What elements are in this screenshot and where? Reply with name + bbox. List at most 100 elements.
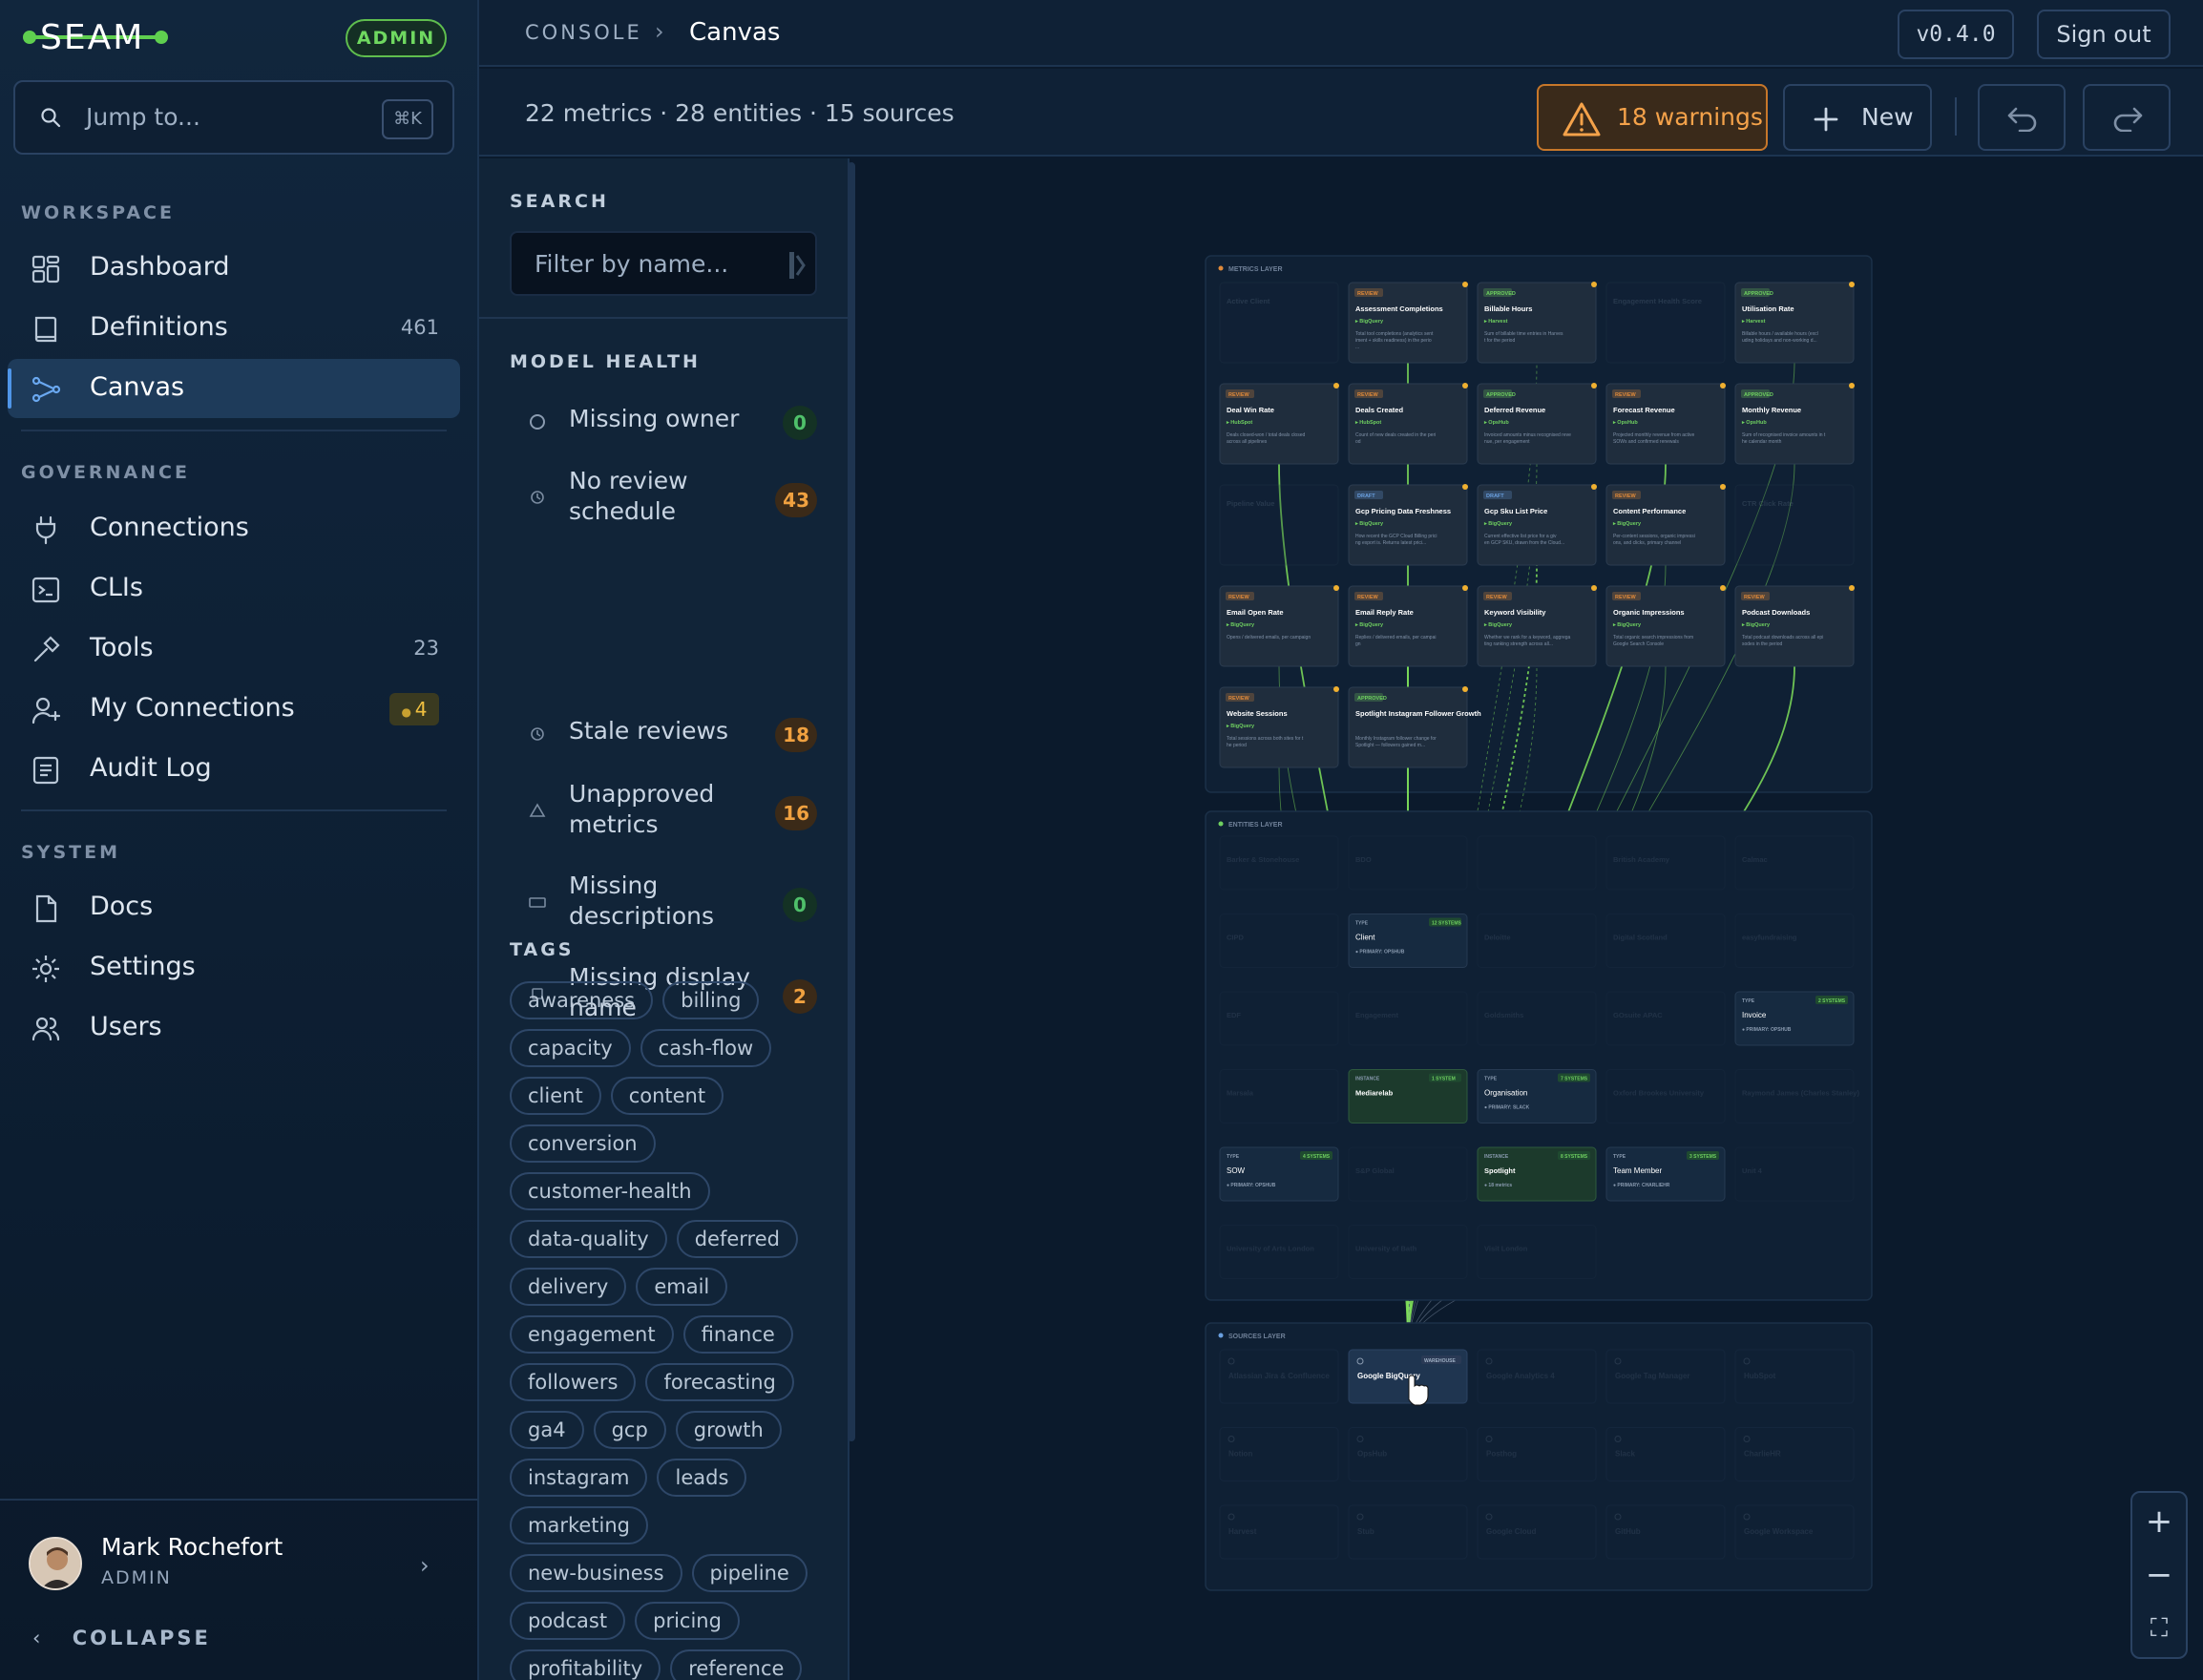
entity-card[interactable]: Unit 4 bbox=[1734, 1146, 1855, 1202]
entity-card[interactable]: University of Bath bbox=[1348, 1225, 1468, 1279]
metric-card[interactable]: DRAFT Gcp Sku List Price ▸ BigQuery Current… bbox=[1477, 484, 1597, 566]
entity-card[interactable]: easyfundraising bbox=[1734, 914, 1855, 968]
metric-card[interactable]: Active Client bbox=[1219, 282, 1339, 364]
fit-view-button[interactable]: ⛶ bbox=[2132, 1602, 2186, 1655]
tag-chip[interactable]: gcp bbox=[593, 1411, 666, 1449]
entity-card[interactable]: TYPE 7 SYSTEMS Organisation ● PRIMARY: SLAC… bbox=[1477, 1069, 1597, 1124]
metric-card[interactable]: APPROVED Monthly Revenue ▸ OpsHub Sum of re… bbox=[1734, 383, 1855, 465]
tag-chip[interactable]: leads bbox=[657, 1459, 747, 1497]
sidebar-item-settings[interactable]: Settings bbox=[8, 938, 460, 998]
entity-card[interactable]: S&P Global bbox=[1348, 1146, 1468, 1202]
entity-card[interactable]: INSTANCE 1 SYSTEM Mediarelab bbox=[1348, 1069, 1468, 1124]
sidebar-item-docs[interactable]: Docs bbox=[8, 878, 460, 937]
panel-scrollbar[interactable] bbox=[848, 162, 855, 1441]
entity-card[interactable]: Visit London bbox=[1477, 1225, 1597, 1279]
metric-card[interactable]: REVIEW Assessment Completions ▸ BigQuery To… bbox=[1348, 282, 1468, 364]
metric-card[interactable]: REVIEW Email Reply Rate ▸ BigQuery Replies … bbox=[1348, 585, 1468, 667]
source-card[interactable]: HubSpot bbox=[1734, 1349, 1855, 1404]
user-card[interactable]: Mark Rochefort ADMIN › ‹ COLLAPSE bbox=[0, 1499, 477, 1680]
entity-card[interactable]: EDF bbox=[1219, 991, 1339, 1046]
metric-card[interactable]: CTR Click Rate bbox=[1734, 484, 1855, 566]
metric-card[interactable]: APPROVED Deferred Revenue ▸ OpsHub Invoiced… bbox=[1477, 383, 1597, 465]
sidebar-item-my-connections[interactable]: My Connections ● 4 bbox=[8, 680, 460, 739]
seam-logo[interactable]: SEAM bbox=[23, 15, 168, 63]
new-button[interactable]: New bbox=[1783, 84, 1932, 151]
zoom-in-button[interactable]: + bbox=[2132, 1495, 2186, 1548]
source-card[interactable]: OpsHub bbox=[1348, 1427, 1468, 1481]
entity-card[interactable]: TYPE 3 SYSTEMS Team Member ● PRIMARY: CHARL… bbox=[1605, 1146, 1726, 1202]
tag-chip[interactable]: reference bbox=[670, 1649, 803, 1680]
tag-chip[interactable]: content bbox=[610, 1077, 724, 1115]
entity-card[interactable]: TYPE 12 SYSTEMS Client ● PRIMARY: OPSHUB bbox=[1348, 914, 1468, 968]
entity-card[interactable]: GOsuite APAC bbox=[1605, 991, 1726, 1046]
entity-card[interactable] bbox=[1477, 835, 1597, 891]
sidebar-item-definitions[interactable]: Definitions 461 bbox=[8, 299, 460, 358]
entity-card[interactable]: Digital Scotland bbox=[1605, 914, 1726, 968]
source-card[interactable]: GitHub bbox=[1605, 1504, 1726, 1560]
metric-card[interactable]: REVIEW Email Open Rate ▸ BigQuery Opens / d… bbox=[1219, 585, 1339, 667]
entity-card[interactable]: Goldsmiths bbox=[1477, 991, 1597, 1046]
source-card[interactable]: Posthog bbox=[1477, 1427, 1597, 1481]
metric-card[interactable]: Pipeline Value bbox=[1219, 484, 1339, 566]
redo-button[interactable] bbox=[2083, 84, 2171, 151]
tag-chip[interactable]: pricing bbox=[635, 1602, 740, 1640]
tag-chip[interactable]: data-quality bbox=[510, 1220, 667, 1258]
canvas-area[interactable]: METRICS LAYER ENTITIES LAYER SOURCES LAYER… bbox=[859, 158, 2203, 1680]
metric-card[interactable]: REVIEW Keyword Visibility ▸ BigQuery Whethe… bbox=[1477, 585, 1597, 667]
health-stale-reviews[interactable]: Stale reviews 18 bbox=[510, 717, 817, 752]
entity-card[interactable]: Marsala bbox=[1219, 1069, 1339, 1124]
source-card[interactable]: Google Workspace bbox=[1734, 1504, 1855, 1560]
entity-card[interactable]: Calmac bbox=[1734, 835, 1855, 891]
entity-card[interactable]: Engagement bbox=[1348, 991, 1468, 1046]
metric-card[interactable]: DRAFT Gcp Pricing Data Freshness ▸ BigQuer… bbox=[1348, 484, 1468, 566]
collapse-sidebar-button[interactable]: ‹ COLLAPSE bbox=[32, 1627, 211, 1649]
metric-card[interactable]: APPROVED Billable Hours ▸ Harvest Sum of bi… bbox=[1477, 282, 1597, 364]
sidebar-item-canvas[interactable]: Canvas bbox=[8, 359, 460, 418]
entity-card[interactable]: Deloitte bbox=[1477, 914, 1597, 968]
source-card[interactable]: Atlassian Jira & Confluence bbox=[1219, 1349, 1339, 1404]
tag-chip[interactable]: marketing bbox=[510, 1506, 648, 1544]
source-card[interactable]: Google Tag Manager bbox=[1605, 1349, 1726, 1404]
tag-chip[interactable]: instagram bbox=[510, 1459, 648, 1497]
sidebar-item-audit-log[interactable]: Audit Log bbox=[8, 740, 460, 799]
metric-card[interactable]: REVIEW Deal Win Rate ▸ HubSpot Deals closed… bbox=[1219, 383, 1339, 465]
entity-card[interactable]: Barker & Stonehouse bbox=[1219, 835, 1339, 891]
entity-card[interactable]: Raymond James (Charles Stanley) bbox=[1734, 1069, 1859, 1124]
entity-card[interactable]: Oxford Brookes University bbox=[1605, 1069, 1726, 1124]
entity-card[interactable]: TYPE 4 SYSTEMS SOW ● PRIMARY: OPSHUB bbox=[1219, 1146, 1339, 1202]
tag-chip[interactable]: finance bbox=[682, 1315, 793, 1354]
entity-card[interactable]: BDO bbox=[1348, 835, 1468, 891]
entity-card[interactable]: British Academy bbox=[1605, 835, 1726, 891]
health-no-review-schedule[interactable]: No review schedule 43 bbox=[510, 467, 817, 531]
entity-card[interactable]: University of Arts London bbox=[1219, 1225, 1339, 1279]
jump-to-search[interactable]: Jump to... ⌘K bbox=[13, 80, 454, 155]
source-card[interactable]: Slack bbox=[1605, 1427, 1726, 1481]
source-card[interactable]: CharlieHR bbox=[1734, 1427, 1855, 1481]
tag-chip[interactable]: billing bbox=[662, 981, 760, 1019]
tag-chip[interactable]: podcast bbox=[510, 1602, 626, 1640]
lineage-graph[interactable]: METRICS LAYER ENTITIES LAYER SOURCES LAYER… bbox=[859, 158, 2203, 1680]
source-card[interactable]: Stub bbox=[1348, 1504, 1468, 1560]
warnings-button[interactable]: 18 warnings bbox=[1537, 84, 1768, 151]
tag-chip[interactable]: new-business bbox=[510, 1554, 682, 1592]
entity-card[interactable]: INSTANCE 8 SYSTEMS Spotlight ● 18 metrics bbox=[1477, 1146, 1597, 1202]
tag-chip[interactable]: capacity bbox=[510, 1029, 631, 1067]
tag-chip[interactable]: ga4 bbox=[510, 1411, 584, 1449]
metric-card[interactable]: REVIEW Organic Impressions ▸ BigQuery Total… bbox=[1605, 585, 1726, 667]
metric-card[interactable]: APPROVED Utilisation Rate ▸ Harvest Billabl… bbox=[1734, 282, 1855, 364]
tag-chip[interactable]: pipeline bbox=[691, 1554, 808, 1592]
tag-chip[interactable]: conversion bbox=[510, 1124, 656, 1163]
entity-card[interactable]: CIPD bbox=[1219, 914, 1339, 968]
tag-chip[interactable]: engagement bbox=[510, 1315, 674, 1354]
sidebar-item-users[interactable]: Users bbox=[8, 998, 460, 1058]
metric-card[interactable]: REVIEW Website Sessions ▸ BigQuery Total se… bbox=[1219, 686, 1339, 768]
sign-out-button[interactable]: Sign out bbox=[2037, 10, 2171, 59]
metric-card[interactable]: Engagement Health Score bbox=[1605, 282, 1726, 364]
zoom-out-button[interactable]: − bbox=[2132, 1548, 2186, 1602]
tag-chip[interactable]: customer-health bbox=[510, 1172, 710, 1210]
sidebar-item-tools[interactable]: Tools 23 bbox=[8, 620, 460, 679]
health-missing-owner[interactable]: Missing owner 0 bbox=[510, 405, 817, 440]
chevron-right-icon[interactable]: › bbox=[420, 1552, 430, 1579]
tag-chip[interactable]: email bbox=[636, 1268, 728, 1306]
tag-chip[interactable]: delivery bbox=[510, 1268, 627, 1306]
